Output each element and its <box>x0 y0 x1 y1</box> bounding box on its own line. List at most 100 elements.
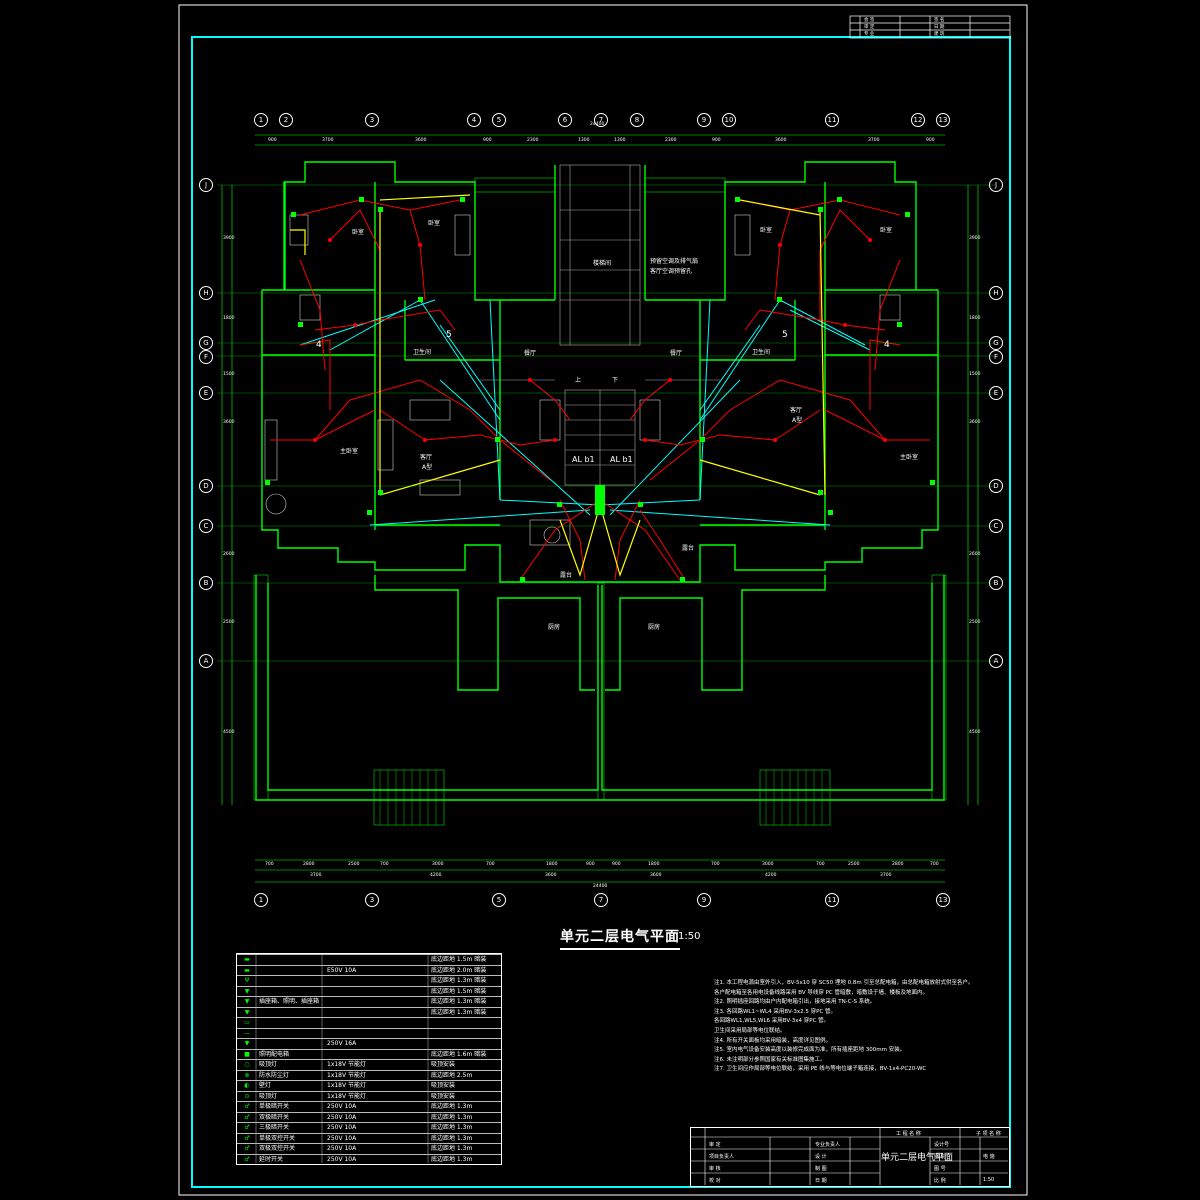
tb-right-0: 设计号 <box>934 1142 950 1148</box>
legend-spec: 250V 10A <box>327 1113 357 1121</box>
dim-right: 2600 <box>969 552 981 557</box>
stair-core <box>480 164 720 486</box>
dim-bottom: 2500 <box>348 862 360 867</box>
axis-left-F: F <box>199 350 213 364</box>
dim-top: 900 <box>483 138 492 143</box>
legend-install: 底边距地 1.3m <box>431 1155 473 1163</box>
room-bedroom-right: 卧室 <box>760 227 773 234</box>
dim-left: 1500 <box>223 372 235 377</box>
dim-bottom: 900 <box>612 862 621 867</box>
tb-right-3: 比 例 <box>934 1178 946 1184</box>
legend-symbol-icon: ▬ <box>244 956 250 963</box>
legend-install: 底边距地 1.3m <box>431 1124 473 1131</box>
legend-symbol-icon: ◐ <box>244 1082 250 1089</box>
dim-top: 3700 <box>322 138 334 143</box>
legend-symbol-icon: ■ <box>244 1050 250 1058</box>
room-bath-right: 卫生间 <box>752 349 771 356</box>
legend-name: 双极双控开关 <box>259 1145 296 1152</box>
axis-right-G: G <box>989 336 1003 350</box>
dim-right: 3600 <box>969 420 981 425</box>
dim-bottom-total: 24400 <box>593 884 608 889</box>
tb-right-1: 图 别 <box>934 1154 946 1160</box>
dim-top-total: 24400 <box>590 122 605 127</box>
legend-symbol-icon: ▼ <box>244 998 250 1005</box>
device-markers <box>265 197 935 582</box>
room-dining-left: 餐厅 <box>524 350 537 357</box>
axis-right-C: C <box>989 519 1003 533</box>
legend-symbol-icon: ♂ <box>244 1145 250 1152</box>
dim-right: 3900 <box>969 236 981 241</box>
axis-right-H: H <box>989 286 1003 300</box>
header-cell-discipline: 专 业 <box>864 32 875 37</box>
header-cell-approve: 审 定 <box>864 25 875 30</box>
tb-left-3: 校 对 <box>709 1178 721 1184</box>
yellow-wiring <box>290 194 826 577</box>
axis-top-12: 12 <box>911 113 925 127</box>
legend-symbol-icon: ♂ <box>244 1134 250 1142</box>
legend-symbol-icon: ♂ <box>244 1124 250 1131</box>
legend-name: 吸顶灯 <box>259 1092 278 1100</box>
dim-bottom-2: 4200 <box>430 873 442 878</box>
dim-right: 4500 <box>969 730 981 735</box>
legend-symbol-icon: ♂ <box>244 1113 250 1121</box>
dim-left: 3900 <box>223 236 235 241</box>
legend-symbol-icon: ♂ <box>244 1155 250 1163</box>
axis-top-1: 1 <box>254 113 268 127</box>
dim-top: 2300 <box>665 138 677 143</box>
axis-right-J: J <box>989 178 1003 192</box>
room-terrace-right: 露台 <box>682 545 695 552</box>
dim-left: 2600 <box>223 552 235 557</box>
dim-right: 2500 <box>969 620 981 625</box>
legend-name: 双极暗开关 <box>259 1113 290 1121</box>
legend-install: 底边距地 1.3m 暗装 <box>431 977 487 984</box>
dim-bottom: 900 <box>586 862 595 867</box>
legend-symbol-icon: ⊗ <box>244 1071 250 1079</box>
axis-top-9: 9 <box>697 113 711 127</box>
legend-install: 底边距地 1.3m <box>431 1103 473 1110</box>
tb-left-2: 审 核 <box>709 1166 721 1172</box>
legend-spec: 250V 10A <box>327 1145 357 1152</box>
dim-top: 3600 <box>775 138 787 143</box>
dim-bottom-2: 3700 <box>880 873 892 878</box>
axis-bottom-5: 5 <box>492 893 506 907</box>
axis-left-G: G <box>199 336 213 350</box>
stair-up: 上 <box>575 377 582 384</box>
tb-left-1: 项目负责人 <box>709 1154 735 1160</box>
dim-top: 3700 <box>868 138 880 143</box>
legend-install: 底边距地 2.0m 暗装 <box>431 966 487 974</box>
room-living-right: 客厅 <box>790 407 803 414</box>
legend-symbol-icon: ♂ <box>244 1103 250 1110</box>
dim-bottom: 700 <box>486 862 495 867</box>
room-master-right: 主卧室 <box>900 454 919 461</box>
dim-left: 1800 <box>223 316 235 321</box>
header-cell-countersign: 会 签 <box>864 18 875 23</box>
stair-down: 下 <box>612 377 619 384</box>
dim-bottom: 700 <box>380 862 389 867</box>
legend-table: ▬ 底边距地 1.5m 暗装 ▬ E50V 10A 底边距地 2.0m 暗装 Ψ 底边距地 … <box>236 953 502 1165</box>
tb-val-3: 1:50 <box>983 1177 995 1183</box>
axis-bottom-13: 13 <box>936 893 950 907</box>
tb-right-2: 图 号 <box>934 1166 946 1172</box>
center-note: 预留空调及排气扇 <box>650 258 699 265</box>
legend-spec: 250V 16A <box>327 1040 357 1047</box>
axis-right-E: E <box>989 386 1003 400</box>
axis-left-E: E <box>199 386 213 400</box>
dim-top: 1300 <box>578 138 590 143</box>
legend-install: 吸顶安装 <box>431 1092 456 1100</box>
dim-bottom: 2800 <box>892 862 904 867</box>
axis-left-J: J <box>199 178 213 192</box>
dim-top: 900 <box>268 138 277 143</box>
tb-mid-0: 专业负责人 <box>815 1142 841 1148</box>
tb-mid-1: 设 计 <box>815 1154 827 1160</box>
dim-bottom: 2800 <box>303 862 315 867</box>
axis-bottom-9: 9 <box>697 893 711 907</box>
axis-bottom-3: 3 <box>365 893 379 907</box>
dim-left: 4500 <box>223 730 235 735</box>
room-bath-left: 卫生间 <box>413 349 432 356</box>
dim-left: 2500 <box>223 620 235 625</box>
room-dining-right: 餐厅 <box>670 350 683 357</box>
room-bedroom-left: 卧室 <box>352 229 365 236</box>
dim-top: 900 <box>926 138 935 143</box>
legend-spec: 250V 10A <box>327 1155 357 1163</box>
note-line: 注4. 所有开关面板均采用暗装，高度详见图例。 <box>714 1037 831 1044</box>
